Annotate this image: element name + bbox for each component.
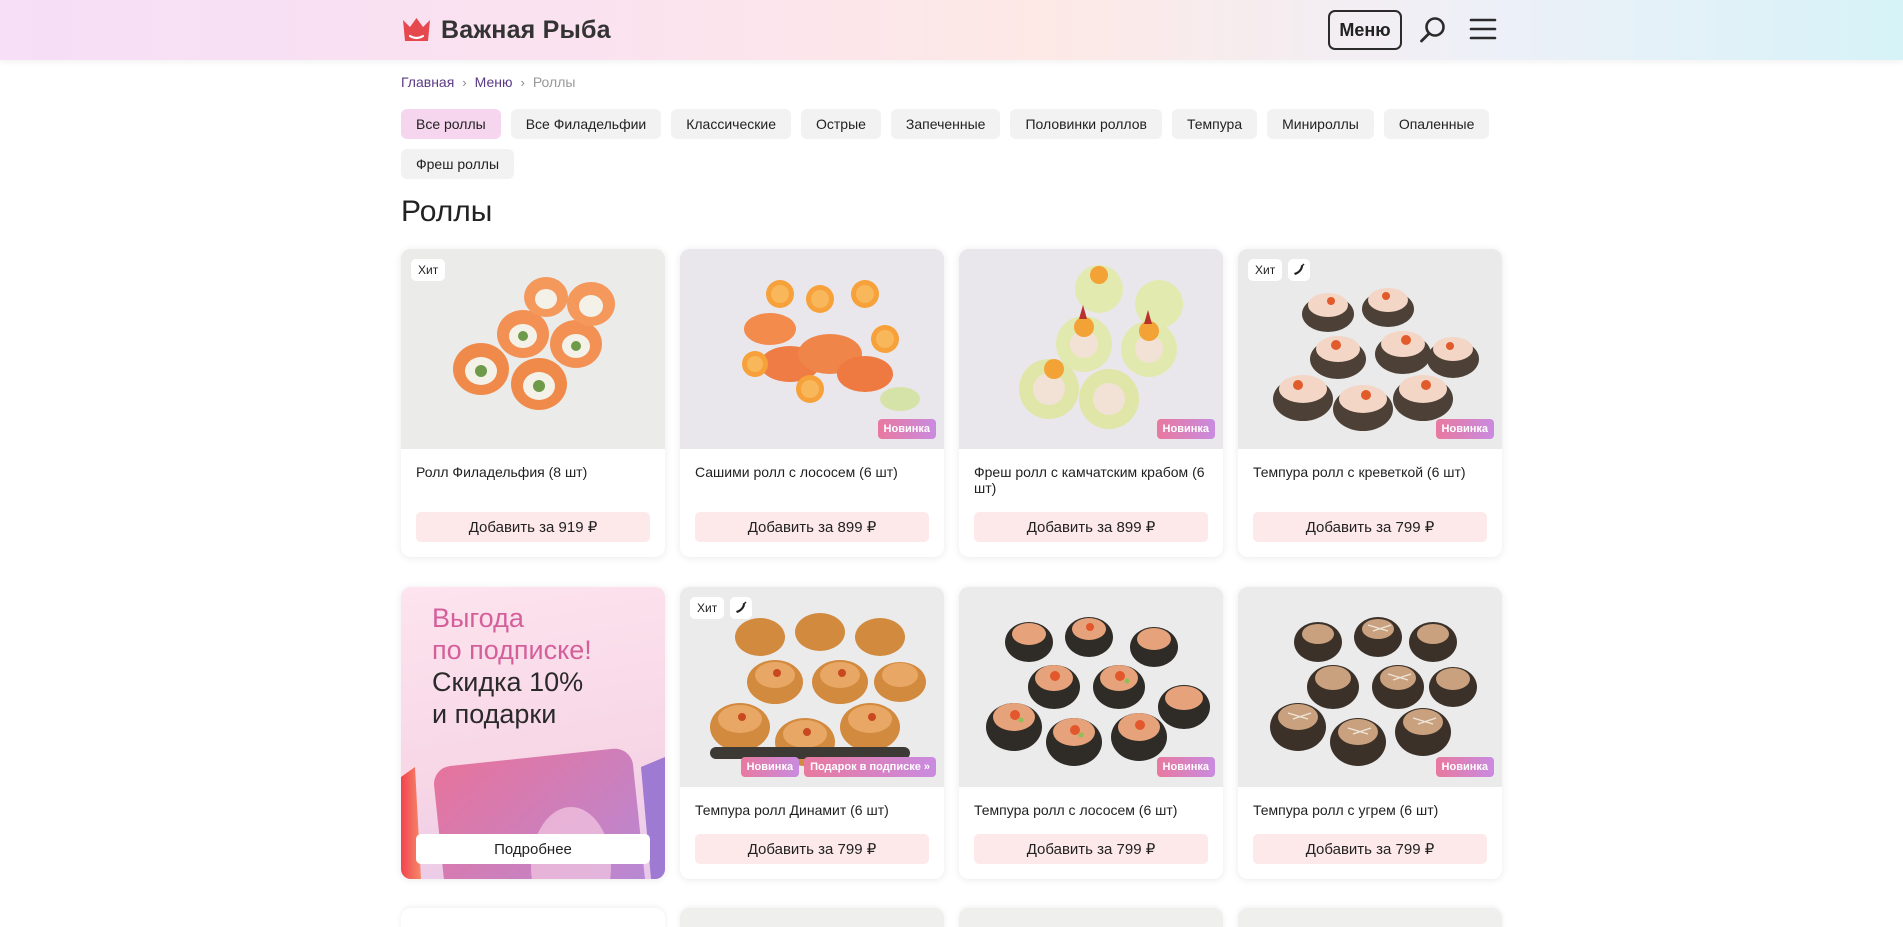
breadcrumb-current: Роллы — [532, 74, 576, 90]
chili-pepper-icon — [1288, 259, 1311, 281]
product-card[interactable]: Хит Новинка Темпура ролл с креветкой (6 … — [1238, 249, 1502, 557]
category-chip[interactable]: Фреш роллы — [401, 149, 515, 179]
product-card[interactable]: Новинка Темпура ролл с лососем (6 шт) До… — [959, 587, 1223, 879]
add-to-cart-button[interactable]: Добавить за 919 ₽ — [416, 512, 650, 542]
product-image[interactable]: Новинка — [1238, 587, 1502, 787]
new-badge: Новинка — [1156, 419, 1215, 439]
product-name[interactable]: Ролл Филадельфия (8 шт) — [416, 464, 652, 480]
promo-subheadline: и подарки — [432, 699, 557, 729]
hit-badge: Хит — [1248, 259, 1283, 281]
add-to-cart-button[interactable]: Добавить за 799 ₽ — [1253, 512, 1487, 542]
product-name[interactable]: Темпура ролл Динамит (6 шт) — [695, 802, 931, 818]
product-card[interactable] — [401, 908, 665, 927]
hit-badge: Хит — [411, 259, 446, 281]
site-header: Важная Рыба Меню — [0, 0, 1903, 60]
product-card[interactable]: Хит Новинка Подарок в подписке » Темпура… — [680, 587, 944, 879]
new-badge: Новинка — [1156, 757, 1215, 777]
category-chip[interactable]: Темпура — [1171, 109, 1258, 139]
new-badge: Новинка — [740, 757, 800, 777]
category-chip[interactable]: Запеченные — [890, 109, 1001, 139]
product-image[interactable]: Хит — [401, 249, 665, 449]
subscription-gift-badge[interactable]: Подарок в подписке » — [804, 757, 936, 777]
category-chip[interactable]: Минироллы — [1267, 109, 1374, 139]
subscription-promo-banner[interactable]: Выгода по подписке! Скидка 10% и подарки… — [401, 587, 665, 879]
crown-icon — [403, 18, 430, 41]
category-chip[interactable]: Опаленные — [1383, 109, 1490, 139]
product-card[interactable]: Хит Ролл Филадельфия (8 шт) Добавить за … — [401, 249, 665, 557]
promo-headline: по подписке! — [432, 635, 592, 665]
category-chip[interactable]: Все Филадельфии — [510, 109, 662, 139]
page-title: Роллы — [401, 195, 493, 228]
breadcrumb-home[interactable]: Главная — [401, 74, 454, 90]
new-badge: Новинка — [877, 419, 936, 439]
breadcrumb: Главная › Меню › Роллы — [401, 74, 575, 90]
product-card[interactable] — [1238, 908, 1502, 927]
product-name[interactable]: Фреш ролл с камчатским крабом (6 шт) — [974, 464, 1210, 496]
product-image[interactable]: Новинка — [680, 249, 944, 449]
product-image[interactable]: Хит Новинка Подарок в подписке » — [680, 587, 944, 787]
category-chip[interactable]: Половинки роллов — [1010, 109, 1162, 139]
brand-name: Важная Рыба — [441, 15, 611, 44]
hamburger-menu-icon[interactable] — [1469, 16, 1497, 42]
product-name[interactable]: Сашими ролл с лососем (6 шт) — [695, 464, 931, 480]
add-to-cart-button[interactable]: Добавить за 899 ₽ — [695, 512, 929, 542]
product-image[interactable]: Новинка — [959, 249, 1223, 449]
more-details-button[interactable]: Подробнее — [416, 834, 650, 864]
product-card[interactable]: Новинка Фреш ролл с камчатским крабом (6… — [959, 249, 1223, 557]
product-card[interactable] — [959, 908, 1223, 927]
add-to-cart-button[interactable]: Добавить за 799 ₽ — [1253, 834, 1487, 864]
category-chip[interactable]: Все роллы — [401, 109, 501, 139]
product-image[interactable]: Новинка — [959, 587, 1223, 787]
promo-subheadline: Скидка 10% — [432, 667, 584, 697]
add-to-cart-button[interactable]: Добавить за 799 ₽ — [695, 834, 929, 864]
new-badge: Новинка — [1435, 757, 1494, 777]
search-icon[interactable] — [1418, 15, 1448, 45]
logo[interactable]: Важная Рыба — [401, 14, 611, 46]
product-image[interactable]: Хит Новинка — [1238, 249, 1502, 449]
category-filter: Все роллы Все Филадельфии Классические О… — [401, 109, 1511, 179]
new-badge: Новинка — [1435, 419, 1494, 439]
menu-button[interactable]: Меню — [1328, 10, 1402, 50]
chili-pepper-icon — [730, 597, 753, 619]
product-card[interactable] — [680, 908, 944, 927]
promo-headline: Выгода — [432, 603, 524, 633]
product-card[interactable]: Новинка Темпура ролл с угрем (6 шт) Доба… — [1238, 587, 1502, 879]
product-name[interactable]: Темпура ролл с лососем (6 шт) — [974, 802, 1210, 818]
chevron-right-icon: › — [462, 74, 467, 90]
product-name[interactable]: Темпура ролл с угрем (6 шт) — [1253, 802, 1489, 818]
add-to-cart-button[interactable]: Добавить за 899 ₽ — [974, 512, 1208, 542]
product-name[interactable]: Темпура ролл с креветкой (6 шт) — [1253, 464, 1489, 480]
hit-badge: Хит — [690, 597, 725, 619]
category-chip[interactable]: Классические — [671, 109, 791, 139]
category-chip[interactable]: Острые — [800, 109, 881, 139]
product-card[interactable]: Новинка Сашими ролл с лососем (6 шт) Доб… — [680, 249, 944, 557]
add-to-cart-button[interactable]: Добавить за 799 ₽ — [974, 834, 1208, 864]
breadcrumb-menu[interactable]: Меню — [475, 74, 513, 90]
chevron-right-icon: › — [520, 74, 525, 90]
